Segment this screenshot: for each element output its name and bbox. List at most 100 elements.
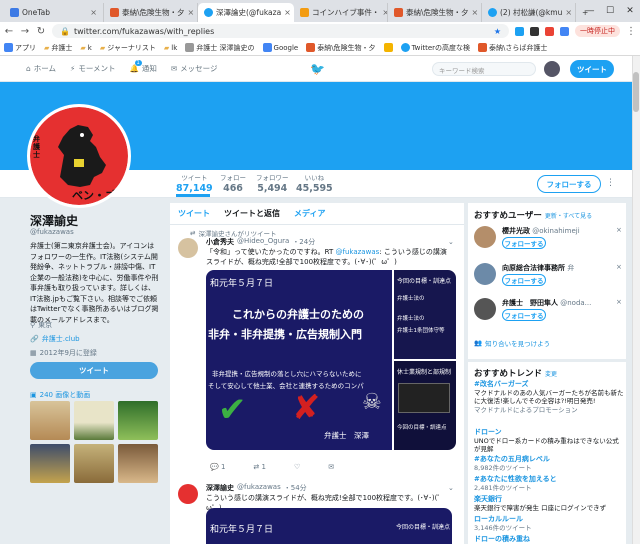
bookmark-link[interactable]: 泰納\さらば弁護士 xyxy=(478,43,547,53)
browser-tab[interactable]: 泰納\危険生物・夕 × xyxy=(104,3,198,22)
suggested-user-avatar[interactable] xyxy=(474,298,496,320)
tweet-image-main[interactable]: 和元年５月７日 これからの弁護士のための 非弁・非弁提携・広告規制入門 非弁提携… xyxy=(206,270,392,450)
browser-tab-active[interactable]: 深澤論史(@fukaza × xyxy=(198,3,294,22)
close-icon[interactable]: × xyxy=(472,8,479,17)
tab-tweets[interactable]: ツイート xyxy=(178,208,210,219)
find-friends-link[interactable]: 👥 知り合いを見つけよう xyxy=(474,338,550,348)
search-input[interactable]: キーワード検索 xyxy=(432,62,536,76)
chevron-down-icon[interactable]: ⌄ xyxy=(448,238,454,246)
dismiss-icon[interactable]: × xyxy=(616,263,622,271)
nav-notifications[interactable]: 🔔 1 通知 xyxy=(130,60,157,74)
page-scrollbar[interactable] xyxy=(632,56,640,544)
refresh-view-all-link[interactable]: 更新・すべて見る xyxy=(545,213,592,220)
extension-icon[interactable] xyxy=(515,26,524,36)
bookmark-apps[interactable]: アプリ xyxy=(4,43,36,53)
media-link[interactable]: ▣ 240 画像と動画 xyxy=(30,390,90,400)
nav-moments[interactable]: ⚡ モーメント xyxy=(70,63,115,74)
back-icon[interactable]: ← xyxy=(4,26,14,37)
dm-button[interactable]: ✉ xyxy=(328,463,334,471)
profile-website[interactable]: 🔗 弁護士.club xyxy=(30,334,80,344)
browser-tab[interactable]: コインハイブ事件・× xyxy=(294,3,388,22)
browser-tab[interactable]: (2) 村松謙(@kmu × xyxy=(482,3,576,22)
maximize-icon[interactable]: ☐ xyxy=(600,6,620,16)
chevron-down-icon[interactable]: ⌄ xyxy=(448,484,454,492)
trend-item[interactable]: ローカルルール 3,146件のツイート xyxy=(474,515,624,532)
browser-tab[interactable]: OneTab × xyxy=(4,3,104,22)
stat-following[interactable]: フォロー 466 xyxy=(220,172,246,194)
tweet-image-side[interactable]: 今回の目標・訓達点 弁護士法の 弁護士法の 弁護士1条団体守等 xyxy=(394,270,456,359)
twitter-bird-logo-icon[interactable]: 🐦 xyxy=(310,62,325,76)
tab-media[interactable]: メディア xyxy=(294,208,325,219)
url-field[interactable]: 🔒 twitter.com/fukazawas/with_replies ★ xyxy=(52,24,509,38)
reload-icon[interactable]: ↻ xyxy=(36,26,46,37)
change-link[interactable]: 変更 xyxy=(545,371,557,378)
trend-item[interactable]: #あなたの五月病レベル 8,982件のツイート xyxy=(474,455,624,472)
follow-button[interactable]: フォローする xyxy=(502,237,546,249)
extension-icon[interactable] xyxy=(530,26,539,36)
trend-item[interactable]: #あなたに性欲を加えると 2,481件のツイート xyxy=(474,475,624,492)
trend-item[interactable]: ドローン UNOでドロー系カードの積み重ねはできない公式が見解 xyxy=(474,428,624,454)
bookmark-link[interactable]: 弁護士 深澤論史の xyxy=(185,43,255,53)
media-thumbnail[interactable] xyxy=(30,401,70,440)
media-thumbnail[interactable] xyxy=(74,444,114,483)
twitter-bird-icon xyxy=(488,8,497,17)
more-options-icon[interactable]: ⋮ xyxy=(606,178,615,188)
close-icon[interactable]: × xyxy=(188,8,195,17)
stat-tweets[interactable]: ツイート 87,149 xyxy=(176,172,213,194)
suggested-user-avatar[interactable] xyxy=(474,226,496,248)
tweet-to-button[interactable]: ツイート xyxy=(30,362,158,379)
reply-button[interactable]: 💬 1 xyxy=(210,463,225,471)
trend-item[interactable]: 楽天銀行 楽天銀行で障害が発生 口座にログインできず xyxy=(474,495,624,512)
bookmark-link[interactable] xyxy=(383,43,393,52)
like-button[interactable]: ♡ xyxy=(294,463,300,471)
trend-item[interactable]: ドローの積み重ね xyxy=(474,535,624,544)
tweet-avatar[interactable] xyxy=(178,238,198,258)
minimize-icon[interactable]: — xyxy=(580,6,600,16)
nav-home[interactable]: ⌂ ホーム xyxy=(26,63,56,74)
tab-tweets-replies[interactable]: ツイートと返信 xyxy=(224,208,280,219)
tweet-avatar[interactable] xyxy=(178,484,198,504)
close-window-icon[interactable]: ✕ xyxy=(620,6,640,16)
bookmark-folder[interactable]: ▰ k xyxy=(80,44,91,52)
nav-messages[interactable]: ✉ メッセージ xyxy=(171,63,218,74)
close-icon[interactable]: × xyxy=(284,8,291,17)
sync-paused-badge[interactable]: 一時停止中 xyxy=(575,25,620,37)
bookmark-folder[interactable]: ▰ ジャーナリスト xyxy=(100,43,156,53)
menu-dots-icon[interactable]: ⋮ xyxy=(626,26,636,37)
bookmark-link[interactable]: Twitterの高度な検 xyxy=(400,43,470,53)
trend-item[interactable]: #改名バーガーズ マクドナルドのあの人気バーガーたちが名前も新たに大復活!楽しんで… xyxy=(474,380,624,414)
stat-followers[interactable]: フォロワー 5,494 xyxy=(256,172,289,194)
media-thumbnail[interactable] xyxy=(118,401,158,440)
bookmark-link[interactable]: 泰納\危険生物・夕 xyxy=(306,43,376,53)
compose-tweet-button[interactable]: ツイート xyxy=(570,60,614,78)
media-thumbnail[interactable] xyxy=(30,444,70,483)
star-icon[interactable]: ★ xyxy=(494,27,501,36)
account-avatar[interactable] xyxy=(544,61,560,77)
tweet-image-side[interactable]: 休士業規制と部規制 今回の目標・訓達点 xyxy=(394,361,456,450)
scrollbar-thumb[interactable] xyxy=(633,72,639,112)
bookmark-folder[interactable]: ▰ 弁護士 xyxy=(44,43,72,53)
mention-link[interactable]: @fukazawas xyxy=(336,248,380,256)
follow-button[interactable]: フォローする xyxy=(502,274,546,286)
extension-icon[interactable] xyxy=(545,26,554,36)
bookmark-folder[interactable]: ▰ lk xyxy=(164,44,177,52)
browser-tab[interactable]: 泰納\危険生物・夕 × xyxy=(388,3,482,22)
forward-icon[interactable]: → xyxy=(20,26,30,37)
follow-button[interactable]: フォローする xyxy=(537,175,601,193)
profile-avatar[interactable]: 弁護士 ベン・ゴジ xyxy=(27,104,131,208)
extension-icon[interactable] xyxy=(560,26,569,36)
follow-button[interactable]: フォローする xyxy=(502,309,546,321)
close-icon[interactable]: × xyxy=(565,8,572,17)
media-thumbnail[interactable] xyxy=(74,401,114,440)
retweet-button[interactable]: ⇄ 1 xyxy=(253,463,266,471)
media-thumbnail[interactable] xyxy=(118,444,158,483)
bookmark-link[interactable]: Google xyxy=(262,43,298,52)
dismiss-icon[interactable]: × xyxy=(616,226,622,234)
tweet-image-main[interactable]: 和元年５月７日 今回の目標・訓達点 xyxy=(206,508,452,544)
tweet-author[interactable]: 小倉秀夫 @Hideo_Ogura ・24分 xyxy=(206,237,315,247)
dismiss-icon[interactable]: × xyxy=(616,298,622,306)
stat-likes[interactable]: いいね 45,595 xyxy=(296,172,333,194)
tweet-author[interactable]: 深澤諭史 @fukazawas ・54分 xyxy=(206,483,307,493)
suggested-user-avatar[interactable] xyxy=(474,263,496,285)
close-icon[interactable]: × xyxy=(90,8,97,17)
